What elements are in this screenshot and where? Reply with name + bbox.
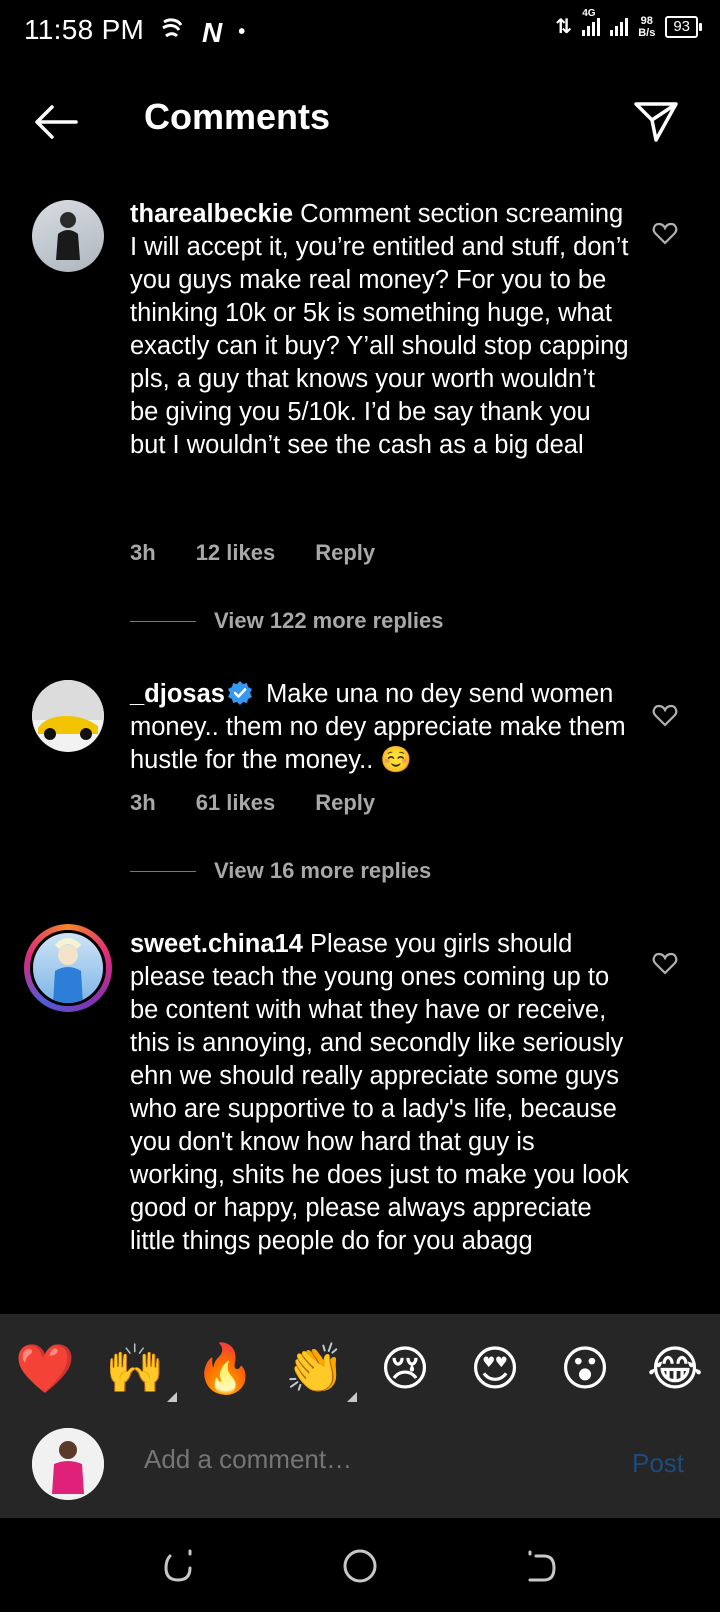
emoji-glyph: 🙌 [105,1343,165,1396]
view-replies-button[interactable]: View 16 more replies [130,858,431,884]
emoji-heart-eyes[interactable]: 😍 [465,1342,525,1398]
recent-apps-icon[interactable] [160,1546,200,1586]
replies-divider [130,620,196,622]
comment-input[interactable] [144,1444,584,1475]
view-replies-label: View 16 more replies [214,858,432,883]
n-app-icon: N [202,16,223,48]
home-icon[interactable] [340,1546,380,1586]
net-rate-value: 98 [640,14,653,27]
reply-button[interactable]: Reply [315,540,375,566]
comment-time: 3h [130,790,156,815]
battery-icon: 93 [665,15,702,38]
comment-item: sweet.china14 Please you girls should pl… [0,924,720,1314]
comment-meta: 3h 12 likes Reply [130,540,375,566]
my-avatar [32,1428,104,1500]
comment-text-block: tharealbeckie Comment section screaming … [130,198,630,462]
comment-composer: ❤️ 🙌 🔥 👏 😢 😍 😮 😂 Post [0,1314,720,1518]
like-heart-icon[interactable] [652,702,678,728]
net-rate-unit: B/s [638,26,656,39]
app-notification-icon [160,16,186,49]
avatar[interactable] [30,930,106,1006]
emoji-joy-face[interactable]: 😂 [645,1342,705,1398]
back-arrow-icon[interactable] [30,96,82,148]
comment-likes[interactable]: 61 likes [196,790,276,816]
comment-text: Comment section screaming I will accept … [130,200,629,459]
system-nav-bar [0,1518,720,1612]
avatar[interactable] [32,200,104,272]
data-arrows-icon: ⇅ [555,16,573,38]
comment-username[interactable]: _djosas [130,680,225,708]
comment-username[interactable]: tharealbeckie [130,200,293,228]
avatar[interactable] [32,680,104,752]
emoji-crying-face[interactable]: 😢 [375,1342,435,1398]
status-time: 11:58 PM [24,14,145,45]
view-replies-button[interactable]: View 122 more replies [130,608,444,634]
like-heart-icon[interactable] [652,220,678,246]
comment-text: Please you girls should please teach the… [130,930,629,1255]
comment-time: 3h [130,540,156,565]
emoji-surprised-face[interactable]: 😮 [555,1342,615,1398]
view-replies-label: View 122 more replies [214,608,444,633]
comment-text-block: _djosas Make una no dey send women money… [130,678,630,777]
reply-button[interactable]: Reply [315,790,375,816]
page-title: Comments [144,96,331,137]
post-button[interactable]: Post [632,1448,684,1479]
status-notification-icons: N • [160,16,245,49]
status-right-group: ⇅ 4G 98 B/s 93 [555,8,702,39]
emoji-glyph: 👏 [285,1343,345,1396]
comment-meta: 3h 61 likes Reply [130,790,375,816]
battery-level: 93 [673,17,690,35]
network-rate: 98 B/s [638,15,655,39]
comment-likes[interactable]: 12 likes [196,540,276,566]
comment-username[interactable]: sweet.china14 [130,930,303,958]
story-ring[interactable] [24,924,112,1012]
emoji-heart[interactable]: ❤️ [15,1342,75,1398]
verified-badge-icon [227,680,253,706]
signal-icon: 4G [582,8,601,36]
signal-label: 4G [582,7,596,19]
back-icon[interactable] [520,1546,560,1586]
comment-text-block: sweet.china14 Please you girls should pl… [130,928,630,1258]
dot-icon: • [238,21,246,43]
emoji-clapping-hands[interactable]: 👏 [285,1342,357,1402]
emoji-fire[interactable]: 🔥 [195,1342,255,1398]
like-heart-icon[interactable] [652,950,678,976]
emoji-raising-hands[interactable]: 🙌 [105,1342,177,1402]
send-icon[interactable] [632,96,680,144]
signal-icon-2 [610,17,629,36]
quick-emoji-bar: ❤️ 🙌 🔥 👏 😢 😍 😮 😂 [0,1342,720,1402]
replies-divider [130,870,196,872]
